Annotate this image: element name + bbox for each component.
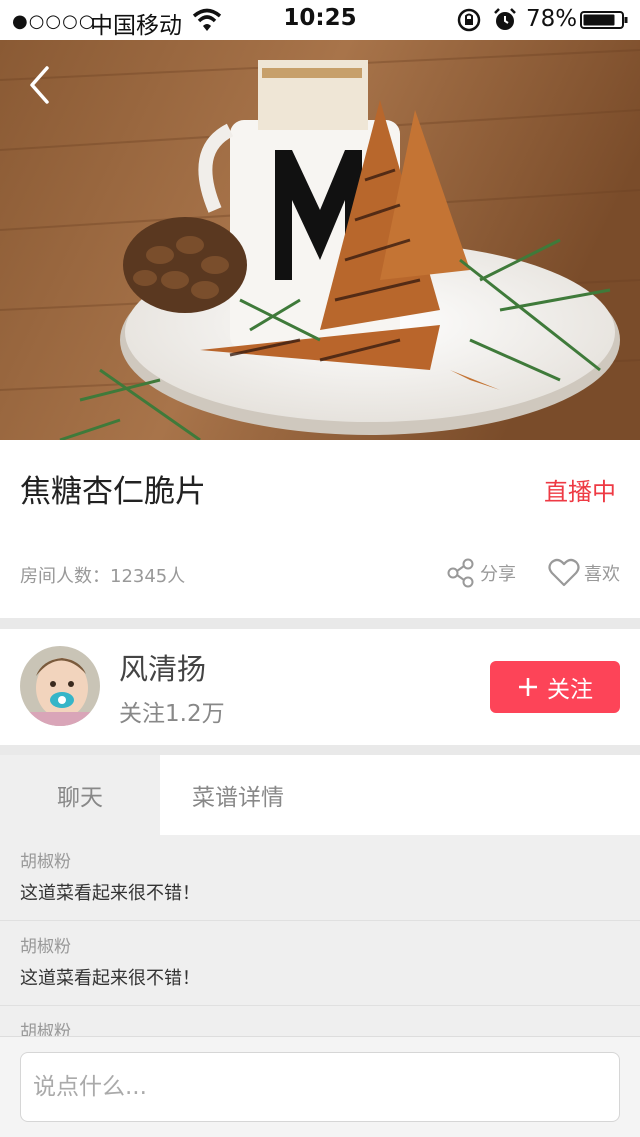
share-icon bbox=[447, 558, 474, 588]
alarm-icon bbox=[494, 8, 516, 30]
recipe-title: 焦糖杏仁脆片 bbox=[20, 474, 206, 510]
chat-username: 胡椒粉 bbox=[20, 1022, 71, 1036]
avatar-image bbox=[20, 646, 100, 726]
chat-text: 这道菜看起来很不错！ bbox=[20, 883, 200, 904]
chat-message-list[interactable]: 胡椒粉 这道菜看起来很不错！ 胡椒粉 这道菜看起来很不错！ 胡椒粉 bbox=[0, 835, 640, 1036]
food-photo bbox=[0, 40, 640, 440]
follow-button-label: 关注 bbox=[547, 677, 593, 703]
chat-message: 胡椒粉 这道菜看起来很不错！ bbox=[0, 835, 640, 921]
chat-message: 胡椒粉 这道菜看起来很不错！ bbox=[0, 920, 640, 1006]
like-label: 喜欢 bbox=[584, 564, 620, 585]
chat-username: 胡椒粉 bbox=[20, 937, 71, 957]
chat-input-bar bbox=[0, 1036, 640, 1137]
plus-icon bbox=[519, 678, 537, 696]
tab-recipe-details[interactable]: 菜谱详情 bbox=[160, 755, 640, 835]
follow-button[interactable]: 关注 bbox=[490, 661, 620, 713]
battery-icon bbox=[580, 11, 628, 29]
tab-chat[interactable]: 聊天 bbox=[0, 755, 160, 835]
host-follower-count: 关注1.2万 bbox=[119, 701, 225, 727]
battery-percentage: 78% bbox=[526, 6, 578, 32]
recipe-cover-image bbox=[0, 40, 640, 440]
section-divider bbox=[0, 745, 640, 755]
heart-icon bbox=[548, 558, 580, 587]
live-status-label: 直播中 bbox=[544, 478, 616, 506]
chat-input[interactable] bbox=[20, 1052, 620, 1122]
section-divider bbox=[0, 618, 640, 629]
host-name: 风清扬 bbox=[119, 652, 207, 686]
chat-text: 这道菜看起来很不错！ bbox=[20, 968, 200, 989]
status-bar: ●○○○○ 中国移动 10:25 78% bbox=[0, 0, 640, 40]
rotation-lock-icon bbox=[457, 8, 481, 32]
host-avatar[interactable] bbox=[20, 646, 100, 726]
back-arrow-icon[interactable] bbox=[20, 60, 60, 110]
room-viewer-count: 房间人数：12345人 bbox=[20, 566, 186, 587]
share-label: 分享 bbox=[480, 564, 516, 585]
share-button[interactable]: 分享 bbox=[446, 556, 516, 590]
chat-message: 胡椒粉 bbox=[0, 1005, 640, 1036]
like-button[interactable]: 喜欢 bbox=[548, 556, 620, 590]
chat-username: 胡椒粉 bbox=[20, 852, 71, 872]
